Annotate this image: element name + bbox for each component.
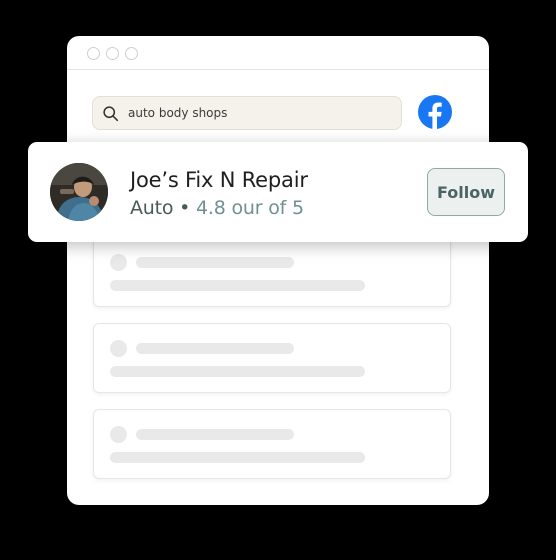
window-maximize-dot[interactable] bbox=[125, 47, 138, 60]
business-name[interactable]: Joe’s Fix N Repair bbox=[130, 168, 308, 192]
business-rating: 4.8 our of 5 bbox=[196, 197, 304, 219]
business-category: Auto bbox=[130, 197, 174, 219]
facebook-icon[interactable] bbox=[418, 95, 452, 129]
window-close-dot[interactable] bbox=[87, 47, 100, 60]
placeholder-avatar bbox=[110, 426, 127, 443]
placeholder-title-line bbox=[136, 429, 294, 440]
placeholder-text-line bbox=[110, 452, 365, 463]
placeholder-title-line bbox=[136, 257, 294, 268]
avatar bbox=[50, 163, 108, 221]
placeholder-result-card bbox=[93, 323, 451, 393]
search-icon bbox=[103, 106, 119, 122]
follow-button[interactable]: Follow bbox=[427, 168, 505, 216]
business-meta: Auto • 4.8 our of 5 bbox=[130, 197, 304, 219]
business-profile-card[interactable]: Joe’s Fix N Repair Auto • 4.8 our of 5 F… bbox=[28, 142, 528, 242]
search-bar[interactable]: auto body shops bbox=[92, 96, 402, 130]
placeholder-avatar bbox=[110, 254, 127, 271]
meta-separator: • bbox=[173, 197, 197, 219]
window-titlebar bbox=[67, 36, 489, 70]
window-minimize-dot[interactable] bbox=[106, 47, 119, 60]
placeholder-text-line bbox=[110, 280, 365, 291]
placeholder-text-line bbox=[110, 366, 365, 377]
placeholder-result-card bbox=[93, 409, 451, 479]
search-query[interactable]: auto body shops bbox=[128, 106, 227, 120]
placeholder-avatar bbox=[110, 340, 127, 357]
placeholder-title-line bbox=[136, 343, 294, 354]
browser-window: auto body shops bbox=[67, 36, 489, 505]
placeholder-result-card bbox=[93, 237, 451, 307]
